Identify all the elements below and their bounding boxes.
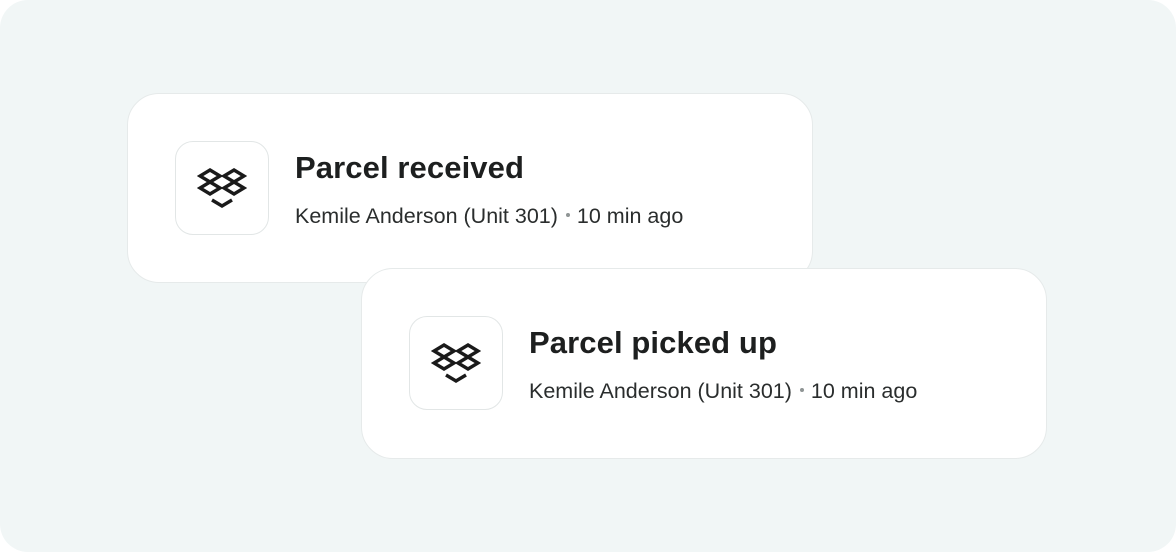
resident-name: Kemile Anderson (Unit 301) <box>295 204 558 228</box>
notification-time: 10 min ago <box>810 379 918 403</box>
notification-icon-container <box>175 141 269 235</box>
separator-dot <box>565 213 570 218</box>
separator-dot <box>799 388 804 393</box>
notification-title: Parcel received <box>295 150 525 185</box>
notification-meta: Kemile Anderson (Unit 301) 10 min ago <box>529 377 917 405</box>
parcel-box-icon <box>197 168 247 208</box>
notification-icon-container <box>409 316 503 410</box>
notification-canvas: Parcel received Kemile Anderson (Unit 30… <box>0 0 1176 552</box>
notification-time: 10 min ago <box>576 204 684 228</box>
notification-card-parcel-picked-up[interactable]: Parcel picked up Kemile Anderson (Unit 3… <box>361 268 1047 459</box>
resident-name: Kemile Anderson (Unit 301) <box>529 379 792 403</box>
notification-title: Parcel picked up <box>529 325 777 360</box>
notification-meta: Kemile Anderson (Unit 301) 10 min ago <box>295 202 683 230</box>
parcel-box-icon <box>431 343 481 383</box>
notification-card-parcel-received[interactable]: Parcel received Kemile Anderson (Unit 30… <box>127 93 813 283</box>
